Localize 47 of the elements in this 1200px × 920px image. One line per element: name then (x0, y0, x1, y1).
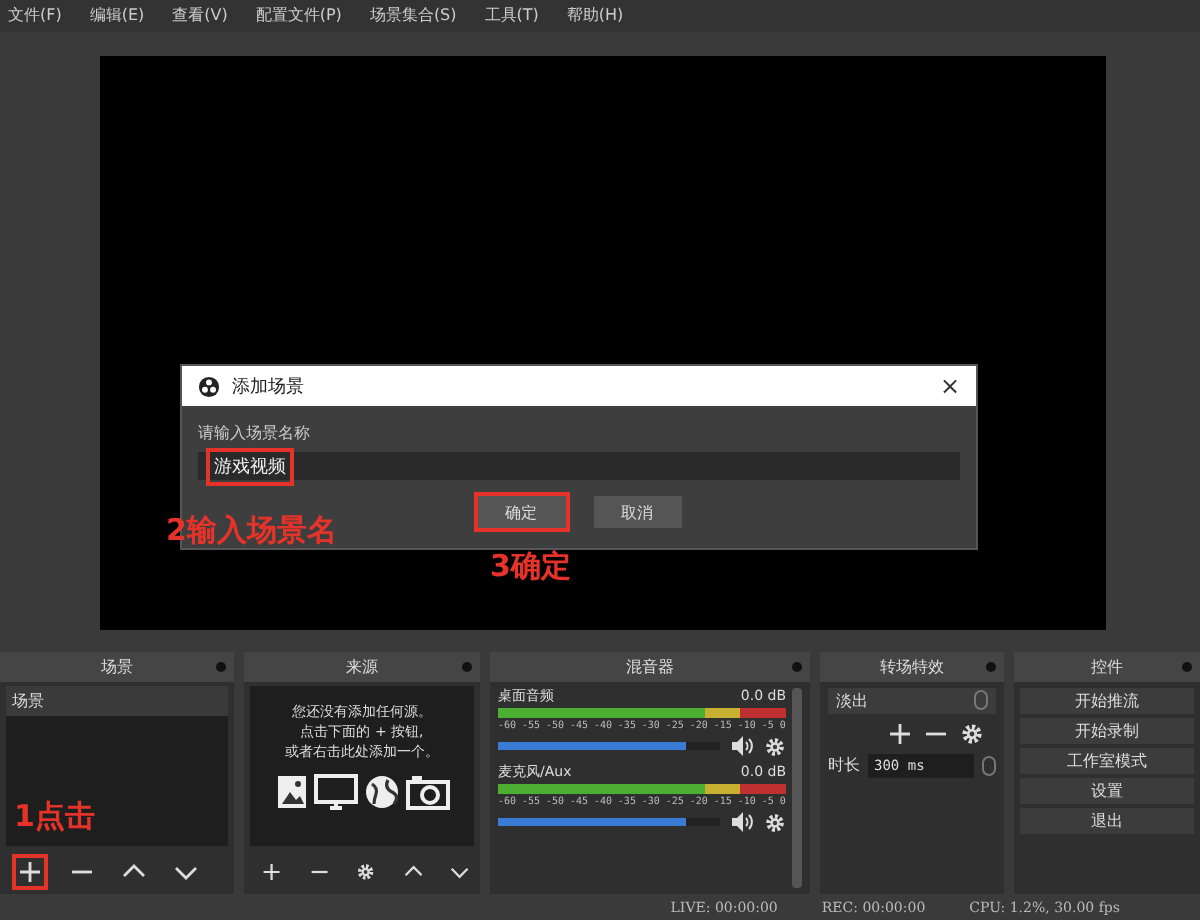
input-field[interactable]: 游戏视频 (198, 452, 960, 480)
scene-item[interactable]: 场景 (6, 685, 228, 716)
volume-slider[interactable] (498, 742, 720, 751)
control-button[interactable]: 开始推流 (1020, 687, 1194, 714)
dock-title: 混音器 (626, 655, 674, 678)
dock-title: 场景 (101, 655, 133, 678)
scrollbar[interactable] (792, 687, 802, 889)
plus-icon[interactable] (12, 854, 48, 891)
menu-item[interactable]: 工具(T) (484, 4, 539, 27)
menu-item[interactable]: 文件(F) (8, 4, 62, 27)
control-button[interactable]: 退出 (1020, 807, 1194, 834)
logo-icon (198, 375, 220, 397)
dialog-title: 添加场景 (232, 375, 306, 399)
annotation-label: 3确定 (490, 548, 571, 586)
camera-icon (405, 773, 449, 810)
settings-icon (764, 811, 786, 834)
settings-icon (764, 735, 786, 758)
menu-item[interactable]: 场景集合(S) (369, 4, 457, 27)
menu-item[interactable]: 查看(V) (172, 4, 228, 27)
speaker-icon (730, 810, 754, 835)
transition-dropdown[interactable]: 淡出 (828, 687, 996, 714)
volume-slider[interactable] (498, 818, 720, 827)
settings-icon (960, 721, 984, 746)
close-button[interactable]: × (939, 372, 960, 400)
plus-icon (888, 721, 912, 746)
input-value: 游戏视频 (206, 447, 294, 485)
control-button[interactable]: 工作室模式 (1020, 747, 1194, 774)
globe-icon (363, 773, 399, 810)
cancel-button[interactable]: 取消 (589, 492, 685, 532)
image-icon (275, 773, 307, 810)
menu-item[interactable]: 编辑(E) (89, 4, 145, 27)
menu-item[interactable]: 帮助(H) (566, 4, 624, 27)
menu-item[interactable]: 配置文件(P) (255, 4, 342, 27)
spinner-icon (974, 690, 988, 711)
field-label: 请输入场景名称 (198, 422, 312, 444)
annotation-label: 1点击 (14, 798, 95, 836)
dock-title: 控件 (1091, 655, 1123, 678)
dock-title: 来源 (346, 655, 378, 678)
control-button[interactable]: 开始录制 (1020, 717, 1194, 744)
dock-title: 转场特效 (880, 655, 944, 678)
duration-label: 时长 (828, 754, 860, 777)
monitor-icon (313, 773, 357, 810)
control-button[interactable]: 设置 (1020, 777, 1194, 804)
ok-button[interactable]: 确定 (473, 492, 569, 532)
speaker-icon (730, 734, 754, 759)
spinner-icon[interactable] (982, 755, 996, 776)
annotation-label: 2输入场景名 (166, 512, 337, 550)
